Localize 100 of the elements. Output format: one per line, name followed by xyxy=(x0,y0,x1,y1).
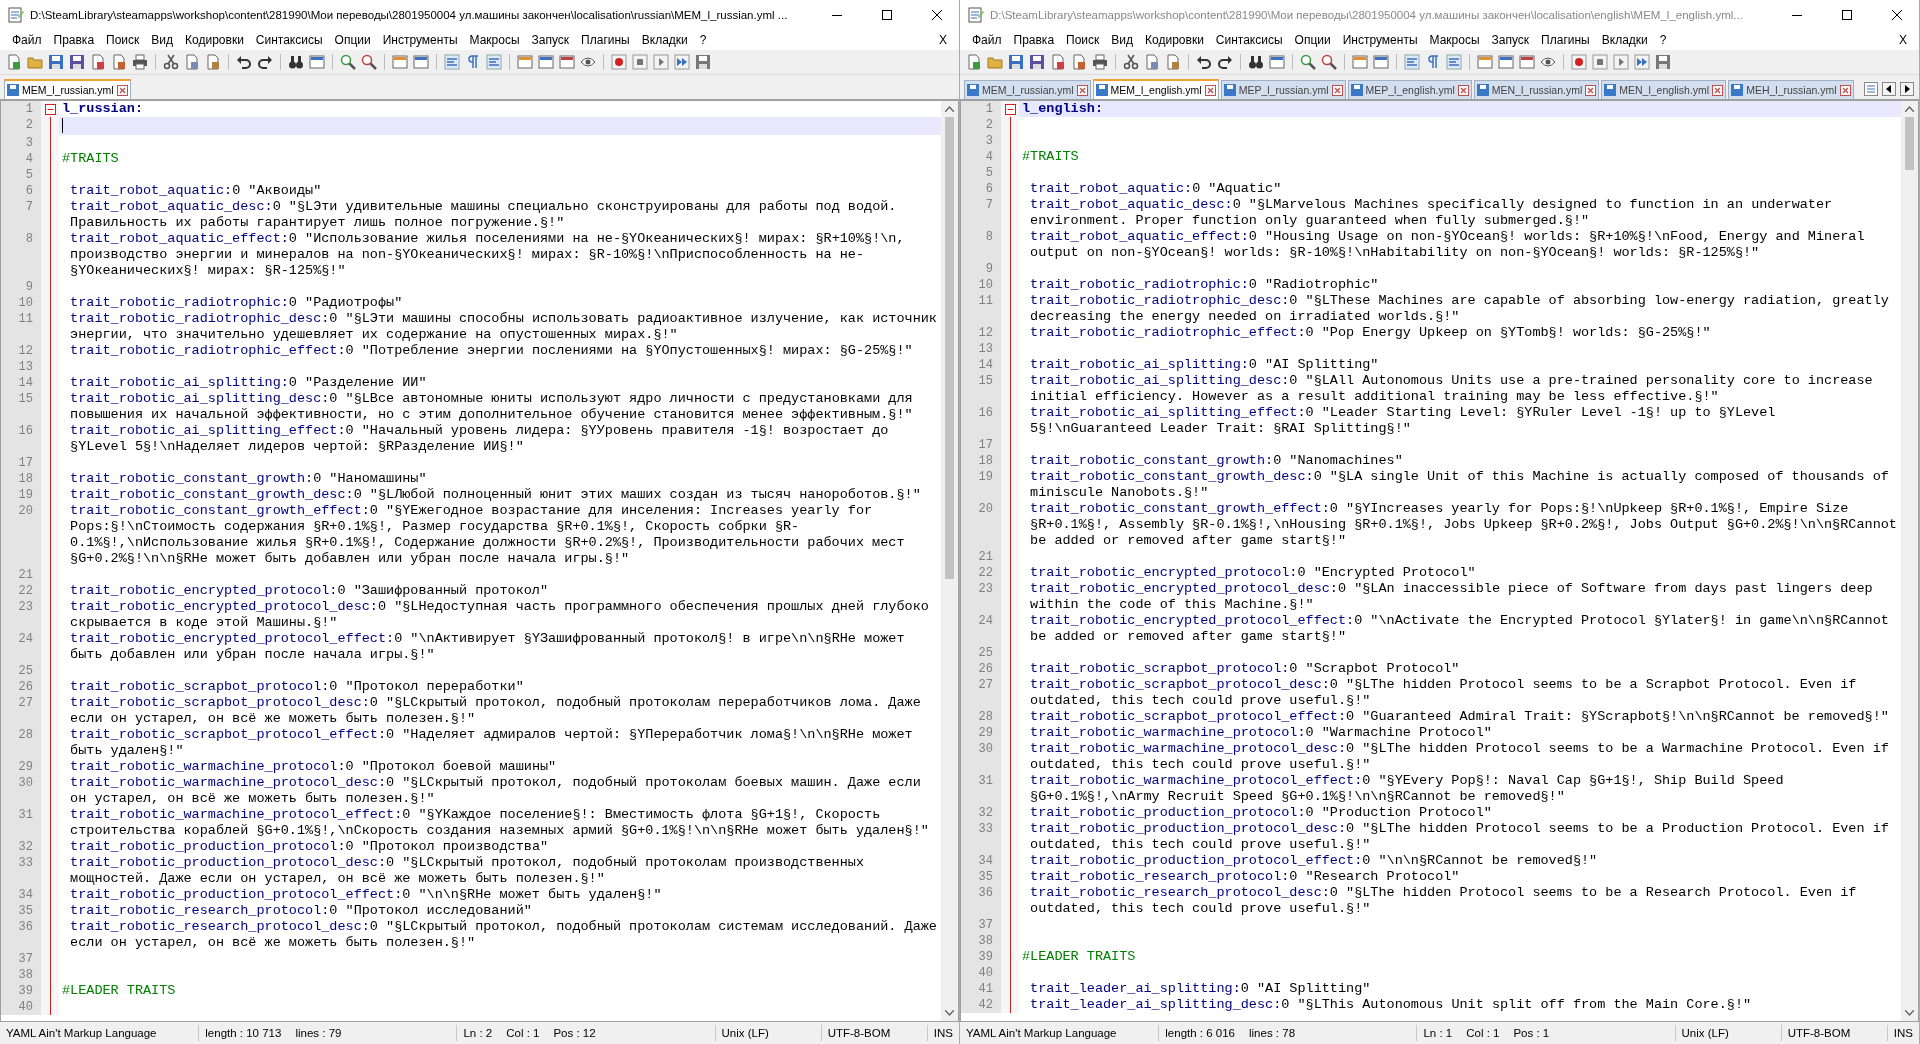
line-number: 17 xyxy=(1,455,41,471)
menu-item[interactable]: Инструменты xyxy=(1336,32,1424,48)
menu-item[interactable]: Макросы xyxy=(1423,32,1486,48)
line-number: 21 xyxy=(1,567,41,583)
line-number: 23 xyxy=(961,581,1001,613)
code-line: l_russian: xyxy=(62,101,144,117)
line-number: 8 xyxy=(1,231,41,279)
menu-item[interactable]: Вкладки xyxy=(1595,32,1654,48)
language-label: YAML Ain't Markup Language xyxy=(6,1027,157,1039)
line-number: 22 xyxy=(1,583,41,599)
code-line: trait_robotic_scrapbot_protocol:0 "Scrapbot Protocol" xyxy=(1030,661,1461,677)
line-number: 13 xyxy=(961,341,1001,357)
code-line: trait_robotic_encrypted_protocol_effect:0 "\nАктивирует §YЗашифрованный протокол§! в игре\n\n§RНе может быть добавлен или убран после начала игры.§!" xyxy=(70,631,906,663)
line-number: 36 xyxy=(1,919,41,951)
code-line: trait_robot_aquatic:0 "Аквоиды" xyxy=(70,183,323,199)
menu-item[interactable]: Плагины xyxy=(575,32,636,48)
line-number: 38 xyxy=(1,967,41,983)
menu-item[interactable]: Правка xyxy=(1007,32,1061,48)
menu-item[interactable]: Вид xyxy=(145,32,180,48)
file-tab[interactable]: MEM_l_english.yml xyxy=(1092,79,1219,99)
code-line: trait_robotic_radiotrophic_desc:0 "§LЭти машины способны использовать радиоактивное излучение, как источник энергии, что значительно удешевляет их содержание на опустошенных мирах.§!" xyxy=(70,311,938,343)
line-number: 40 xyxy=(1,999,41,1015)
menu-item[interactable]: Файл xyxy=(966,32,1008,48)
menu-item[interactable]: Поиск xyxy=(1060,32,1106,48)
code-line: trait_robotic_production_protocol_effect:0 "\n\n§RНе может быть удален§!" xyxy=(70,887,663,903)
code-line: trait_robotic_ai_splitting_effect:0 "Начальный уровень лидера: §YУровень правителя -1§! возростает до §YLevel 5§!\nНаделяет лидеров чертой: §RРазделение ИИ§!" xyxy=(70,423,890,455)
line-number: 27 xyxy=(1,695,41,727)
line-number: 18 xyxy=(961,453,1001,469)
line-number: 34 xyxy=(1,887,41,903)
code-line: trait_robotic_production_protocol:0 "Production Protocol" xyxy=(1030,805,1493,821)
menu-item[interactable]: Запуск xyxy=(525,32,576,48)
close-document-button[interactable]: X xyxy=(1893,32,1913,48)
line-ending-label: Unix (LF) xyxy=(1681,1027,1729,1039)
file-tab[interactable]: MEN_l_russian.yml xyxy=(1473,80,1600,99)
line-number: 6 xyxy=(1,183,41,199)
cursor-line-label: Ln : 2 xyxy=(463,1027,493,1039)
code-line: trait_robotic_encrypted_protocol_effect:0 "\nActivate the Encrypted Protocol §Ylater§! in game\n\n§RCannot be added or removed after game start§!" xyxy=(1030,613,1890,645)
line-number: 40 xyxy=(961,965,1001,981)
menu-item[interactable]: Опции xyxy=(328,32,377,48)
line-number: 33 xyxy=(1,855,41,887)
menu-item[interactable]: Синтаксисы xyxy=(1209,32,1289,48)
window-title: D:\SteamLibrary\steamapps\workshop\content\281990\Мои переводы\2801950004 ул.машины закончен\localisation\english\MEM_l_english.yml... xyxy=(990,9,1744,21)
line-number: 37 xyxy=(1,951,41,967)
window-title: D:\SteamLibrary\steamapps\workshop\content\281990\Мои переводы\2801950004 ул.машины закончен\localisation\russian\MEM_l_russian.yml ... xyxy=(30,9,789,21)
menu-item[interactable]: Файл xyxy=(6,32,48,48)
line-number: 7 xyxy=(961,197,1001,229)
line-number: 9 xyxy=(961,261,1001,277)
encoding-label: UTF-8-BOM xyxy=(1787,1027,1851,1039)
menu-item[interactable]: Правка xyxy=(47,32,101,48)
line-number: 2 xyxy=(1,117,41,135)
line-number: 24 xyxy=(1,631,41,663)
line-number: 37 xyxy=(961,917,1001,933)
code-line: trait_robotic_research_protocol_desc:0 "§LThe hidden Protocol seems to be a Research Protocol. Even if outdated, this tech could prove useful.§!" xyxy=(1030,885,1858,917)
menu-item[interactable]: Опции xyxy=(1288,32,1337,48)
menu-item[interactable]: Макросы xyxy=(463,32,526,48)
code-line: trait_robotic_scrapbot_protocol_desc:0 "§LСкрытый протокол, подобный протоколам переработчиков лома. Даже если он устарел, он всё же можеть быть полезен.§!" xyxy=(70,695,922,727)
menu-item[interactable]: ? xyxy=(693,32,713,48)
line-number: 4 xyxy=(961,149,1001,165)
line-number: 10 xyxy=(1,295,41,311)
menu-item[interactable]: Синтаксисы xyxy=(249,32,329,48)
menu-item[interactable]: Вид xyxy=(1105,32,1140,48)
file-tab[interactable]: MEM_l_russian.yml xyxy=(964,80,1091,99)
code-line: trait_robotic_radiotrophic:0 "Radiotrophic" xyxy=(1030,277,1380,293)
menu-item[interactable]: ? xyxy=(1653,32,1673,48)
cursor-column-label: Col : 1 xyxy=(506,1027,540,1039)
menu-item[interactable]: Кодировки xyxy=(1139,32,1210,48)
menu-item[interactable]: Поиск xyxy=(100,32,146,48)
line-number: 39 xyxy=(1,983,41,999)
code-line: trait_robotic_research_protocol_desc:0 "§LСкрытый протокол, подобный протоколам системам исследований. Даже если он устарел, он всё же можеть быть полезен.§!" xyxy=(70,919,938,951)
line-number: 18 xyxy=(1,471,41,487)
file-tab[interactable]: MEH_l_russian.yml xyxy=(1728,80,1854,99)
line-number: 6 xyxy=(961,181,1001,197)
code-comment: #LEADER TRAITS xyxy=(62,983,177,999)
line-number: 33 xyxy=(961,821,1001,853)
code-line: trait_robotic_radiotrophic_desc:0 "§LThese Machines are capable of absorbing low-energy radiation, greatly decreasing the energy needed on irradiated worlds.§!" xyxy=(1030,293,1890,325)
close-document-button[interactable]: X xyxy=(933,32,953,48)
code-line: trait_robotic_production_protocol:0 "Протокол производства" xyxy=(70,839,550,855)
line-number: 15 xyxy=(1,391,41,423)
length-label: length : 6 016 xyxy=(1165,1027,1235,1039)
file-tab[interactable]: MEM_l_russian.yml xyxy=(4,79,131,99)
code-line: trait_robotic_radiotrophic:0 "Радиотрофы" xyxy=(70,295,404,311)
code-line: trait_robotic_ai_splitting_desc:0 "§LAll Autonomous Units use a pre-trained personality core to increase initial efficiency. However as a result additional training may be less effective.§!" xyxy=(1030,373,1874,405)
code-line: trait_robot_aquatic:0 "Aquatic" xyxy=(1030,181,1283,197)
code-line: trait_robotic_ai_splitting:0 "Разделение ИИ" xyxy=(70,375,428,391)
code-line: trait_robotic_encrypted_protocol_desc:0 "§LНедоступная часть программного обеспечения прошлых дней глубоко скрывается в коде этой Машины.§!" xyxy=(70,599,930,631)
file-tab[interactable]: MEP_l_english.yml xyxy=(1347,80,1472,99)
code-line: trait_robotic_research_protocol:0 "Протокол исследований" xyxy=(70,903,533,919)
file-tab[interactable]: MEN_l_english.yml xyxy=(1601,80,1727,99)
code-line: trait_robotic_constant_growth:0 "Nanomachines" xyxy=(1030,453,1404,469)
line-number: 12 xyxy=(961,325,1001,341)
line-number: 10 xyxy=(961,277,1001,293)
menu-item[interactable]: Плагины xyxy=(1535,32,1596,48)
line-number: 31 xyxy=(1,807,41,839)
menu-item[interactable]: Кодировки xyxy=(179,32,250,48)
menu-item[interactable]: Вкладки xyxy=(635,32,694,48)
menu-item[interactable]: Инструменты xyxy=(376,32,464,48)
line-number: 32 xyxy=(961,805,1001,821)
menu-item[interactable]: Запуск xyxy=(1485,32,1536,48)
code-line: trait_robotic_ai_splitting:0 "AI Splitting" xyxy=(1030,357,1380,373)
file-tab[interactable]: MEP_l_russian.yml xyxy=(1220,80,1346,99)
